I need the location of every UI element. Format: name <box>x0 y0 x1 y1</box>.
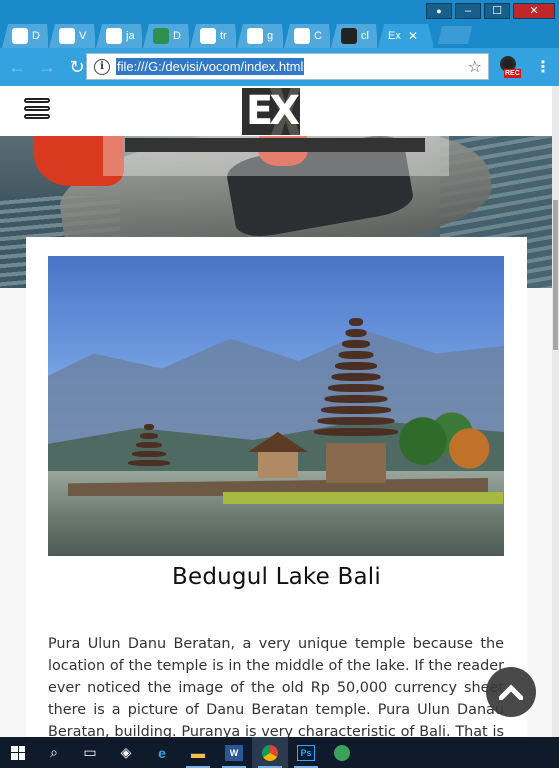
browser-tab[interactable]: ja <box>96 24 143 48</box>
windows-logo-icon <box>11 745 25 760</box>
tab-title: C <box>314 30 322 42</box>
tab-title: V <box>79 30 87 42</box>
taskbar-photoshop[interactable]: Ps <box>288 737 324 768</box>
scrollbar-thumb[interactable] <box>553 200 558 350</box>
user-profile-button[interactable]: ● <box>426 3 452 19</box>
tab-title: D <box>173 30 181 42</box>
v-logo-icon <box>59 28 75 44</box>
close-window-button[interactable]: ✕ <box>513 3 555 19</box>
word-icon: W <box>225 744 243 761</box>
v-logo-icon <box>12 28 28 44</box>
scroll-to-top-button[interactable] <box>486 667 536 717</box>
forward-arrow-icon: → <box>38 56 56 77</box>
reload-icon: ↻ <box>69 56 85 77</box>
tab-title: ja <box>126 30 135 42</box>
tab-list: D Vja Dtr g Ccl Ex ✕ <box>2 22 472 48</box>
page-viewport: EX Bedugul Lake Bali Pura Ulun Danu Bera… <box>0 86 559 737</box>
browser-toolbar: ← → ↻ i file:///G:/devisi/vocom/index.ht… <box>0 48 559 86</box>
taskbar-app-3d[interactable]: ◈ <box>108 737 144 768</box>
browser-tab[interactable]: D <box>143 24 190 48</box>
app-icon <box>334 744 350 761</box>
start-button[interactable] <box>0 737 36 768</box>
x-cross-icon <box>294 28 310 44</box>
tab-title: Ex <box>388 30 401 42</box>
taskbar-word[interactable]: W <box>216 737 252 768</box>
page-scrollbar[interactable] <box>552 86 559 737</box>
tab-title: g <box>267 30 274 42</box>
browser-tab-strip: ● – ☐ ✕ D Vja Dtr g Ccl Ex ✕ <box>0 0 559 48</box>
task-view-button[interactable]: ▭ <box>72 737 108 768</box>
window-controls: ● – ☐ ✕ <box>426 3 555 19</box>
site-logo[interactable]: EX <box>242 86 300 135</box>
windows-taskbar: ⌕ ▭ ◈ e ▬ W Ps <box>0 737 559 768</box>
browser-tab[interactable]: V <box>49 24 96 48</box>
forward-button[interactable]: → <box>34 54 60 80</box>
tab-title: cl <box>361 30 369 42</box>
chrome-icon <box>262 744 278 761</box>
taskbar-file-explorer[interactable]: ▬ <box>180 737 216 768</box>
folder-icon: ▬ <box>191 744 205 761</box>
edge-icon: e <box>158 744 166 761</box>
hamburger-menu-icon[interactable] <box>24 98 50 122</box>
browser-tab[interactable]: cl <box>331 24 378 48</box>
search-icon: ⌕ <box>50 744 58 760</box>
url-text[interactable]: file:///G:/devisi/vocom/index.html <box>116 58 305 75</box>
google-icon <box>247 28 263 44</box>
new-tab-button[interactable] <box>438 26 472 44</box>
site-logo-text: EX <box>245 88 300 134</box>
cube-icon: ◈ <box>120 744 132 760</box>
article-title: Bedugul Lake Bali <box>172 564 381 590</box>
search-button[interactable]: ⌕ <box>36 737 72 768</box>
back-arrow-icon: ← <box>8 56 26 77</box>
info-icon[interactable]: i <box>94 58 110 75</box>
task-view-icon: ▭ <box>83 744 97 760</box>
browser-tab[interactable]: Ex ✕ <box>378 24 434 48</box>
taskbar-app-green[interactable] <box>324 737 360 768</box>
temple-lake-photo <box>48 256 504 556</box>
browser-tab[interactable]: D <box>2 24 49 48</box>
taskbar-edge[interactable]: e <box>144 737 180 768</box>
photoshop-icon: Ps <box>297 744 315 761</box>
google-icon <box>200 28 216 44</box>
browser-tab[interactable]: C <box>284 24 331 48</box>
tab-title: tr <box>220 30 227 42</box>
rec-badge: REC <box>504 69 521 78</box>
minimize-button[interactable]: – <box>455 3 481 19</box>
browser-tab[interactable]: tr <box>190 24 237 48</box>
site-header: EX <box>0 86 559 136</box>
color-wheel-icon <box>341 28 357 44</box>
back-button[interactable]: ← <box>4 54 30 80</box>
browser-tab[interactable]: g <box>237 24 284 48</box>
article-body: Pura Ulun Danu Beratan, a very unique te… <box>48 636 504 737</box>
chevron-up-icon <box>499 684 523 700</box>
article-card: Bedugul Lake Bali Pura Ulun Danu Beratan… <box>26 237 527 737</box>
user-icon: ● <box>436 5 442 16</box>
close-tab-icon[interactable]: ✕ <box>408 29 418 43</box>
drive-icon <box>153 28 169 44</box>
tab-title: D <box>32 30 40 42</box>
google-icon <box>106 28 122 44</box>
screen-recorder-extension[interactable]: REC <box>500 56 522 78</box>
address-bar[interactable]: i file:///G:/devisi/vocom/index.html ☆ <box>86 53 489 80</box>
bookmark-star-icon[interactable]: ☆ <box>468 57 482 77</box>
chrome-menu-button[interactable]: ⋮ <box>535 57 551 77</box>
taskbar-chrome[interactable] <box>252 737 288 768</box>
maximize-button[interactable]: ☐ <box>484 3 510 19</box>
